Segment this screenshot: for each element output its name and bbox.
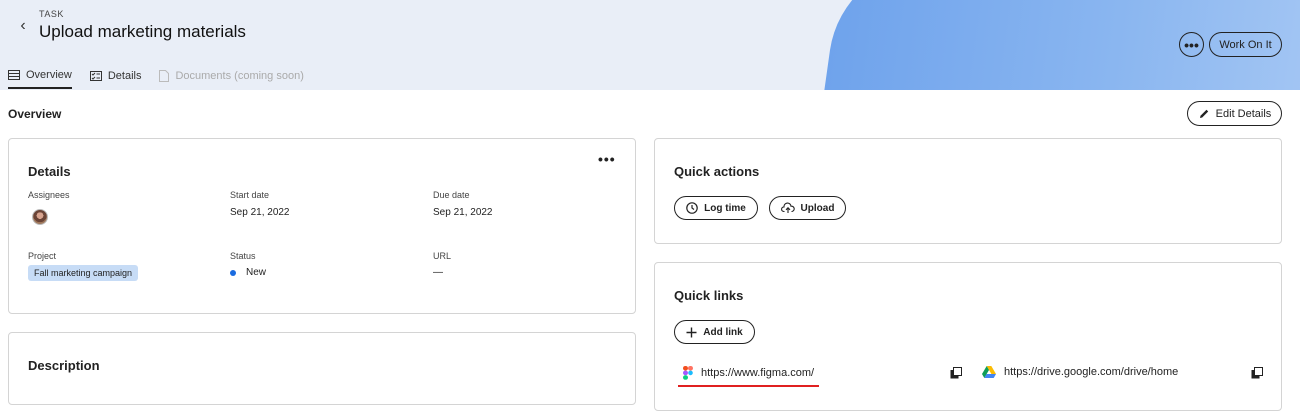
task-kicker: TASK [39,9,64,19]
header-more-button[interactable]: ••• [1179,32,1204,57]
log-time-button[interactable]: Log time [674,196,758,220]
cloud-upload-icon [780,202,795,213]
checklist-icon [89,70,102,81]
tab-overview[interactable]: Overview [8,62,72,89]
quick-link-figma[interactable]: https://www.figma.com/ [683,366,814,380]
details-card: Details ••• Assignees Start date Sep 21,… [8,138,636,314]
figma-icon [683,366,693,380]
tab-details[interactable]: Details [89,62,142,89]
tab-overview-label: Overview [26,68,72,81]
url-value: — [433,267,443,278]
assignees-label: Assignees [28,190,70,200]
project-label: Project [28,251,57,261]
start-date-label: Start date [230,190,270,200]
due-date-label: Due date [433,190,470,200]
google-drive-icon [982,366,996,378]
more-icon: ••• [1184,36,1199,53]
edit-details-button[interactable]: Edit Details [1187,101,1282,126]
list-icon [8,69,20,80]
section-title-overview: Overview [8,107,62,121]
plus-icon [686,327,697,337]
document-icon [159,69,170,82]
description-card-title: Description [28,358,100,373]
tab-bar: Overview Details Documents (coming soon) [8,62,304,90]
quick-link-drive[interactable]: https://drive.google.com/drive/home [982,366,1178,378]
tab-details-label: Details [107,69,142,82]
add-link-label: Add link [703,326,743,338]
page-title: Upload marketing materials [39,22,246,41]
log-time-label: Log time [704,202,746,214]
pencil-icon [1199,109,1208,118]
quick-actions-title: Quick actions [674,164,760,179]
status-value: New [246,267,267,278]
tab-documents-label: Documents (coming soon) [175,69,304,82]
avatar[interactable] [32,209,48,225]
details-more-icon[interactable]: ••• [598,151,616,167]
due-date-value: Sep 21, 2022 [433,207,493,218]
status-label: Status [230,251,256,261]
annotation-underline [678,385,819,387]
quick-link-figma-url[interactable]: https://www.figma.com/ [701,367,814,379]
project-chip[interactable]: Fall marketing campaign [28,265,139,281]
quick-link-drive-url[interactable]: https://drive.google.com/drive/home [1004,366,1178,378]
add-link-button[interactable]: Add link [674,320,755,344]
quick-actions-card: Quick actions Log time Upload [654,138,1282,244]
clock-icon [686,202,698,214]
url-label: URL [433,251,452,261]
back-chevron-icon[interactable]: ‹ [14,17,32,35]
tab-documents: Documents (coming soon) [159,62,304,89]
status-dot-icon [230,270,236,276]
copy-icon[interactable] [950,367,962,379]
work-on-it-button[interactable]: Work On It [1209,32,1282,57]
edit-details-label: Edit Details [1215,107,1272,120]
upload-button[interactable]: Upload [769,196,846,220]
description-card: Description [8,332,636,405]
upload-label: Upload [800,202,835,214]
start-date-value: Sep 21, 2022 [230,207,290,218]
quick-links-card: Quick links Add link [654,262,1282,411]
details-card-title: Details [28,164,71,179]
copy-icon[interactable] [1251,367,1263,379]
quick-links-title: Quick links [674,288,744,303]
